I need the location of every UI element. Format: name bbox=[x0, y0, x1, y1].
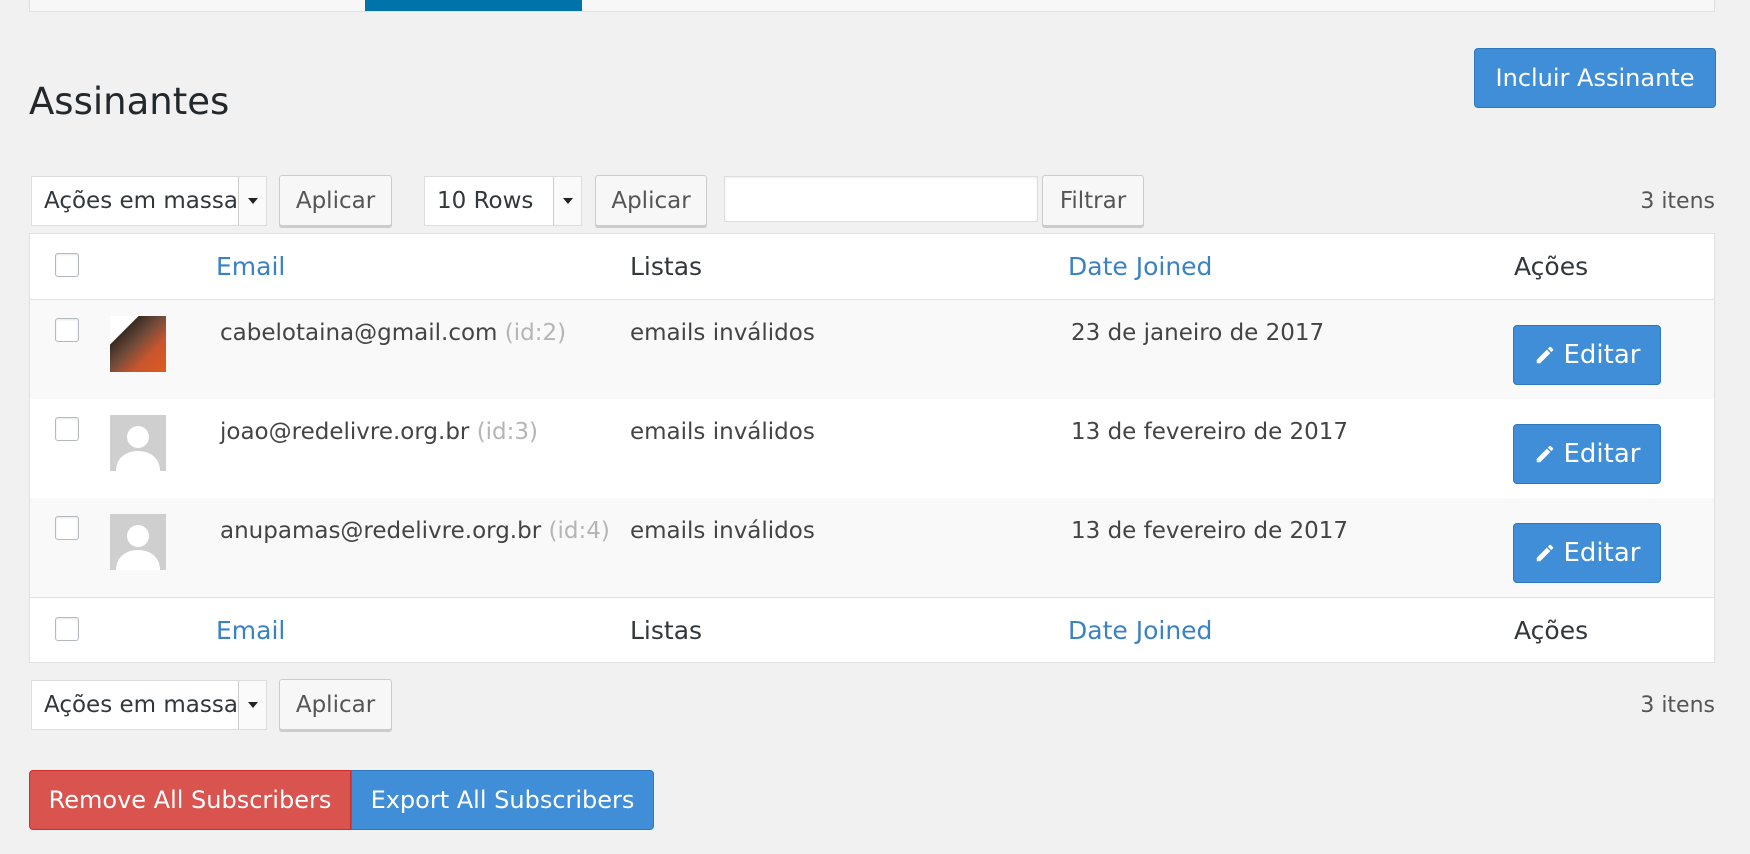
pencil-icon bbox=[1536, 445, 1553, 463]
item-count-bottom: 3 itens bbox=[1640, 693, 1715, 718]
bulk-actions-select[interactable]: Ações em massa bbox=[31, 176, 267, 226]
email-text: cabelotaina@gmail.com bbox=[220, 320, 498, 346]
filter-input[interactable] bbox=[724, 176, 1038, 222]
remove-all-subscribers-button[interactable]: Remove All Subscribers bbox=[29, 770, 351, 830]
subscriber-id: (id:4) bbox=[548, 518, 610, 544]
caret-down-icon bbox=[238, 177, 266, 225]
lists-cell: emails inválidos bbox=[630, 518, 815, 544]
edit-button-label: Editar bbox=[1563, 538, 1641, 568]
export-all-subscribers-button[interactable]: Export All Subscribers bbox=[351, 770, 654, 830]
filter-button[interactable]: Filtrar bbox=[1042, 175, 1144, 226]
avatar bbox=[110, 514, 166, 570]
date-joined-cell: 13 de fevereiro de 2017 bbox=[1071, 419, 1349, 445]
bulk-apply-button-bottom[interactable]: Aplicar bbox=[279, 679, 392, 730]
edit-button[interactable]: Editar bbox=[1513, 424, 1661, 484]
caret-down-icon bbox=[238, 681, 266, 729]
column-footer-lists: Listas bbox=[630, 616, 703, 645]
table-row: joao@redelivre.org.br (id:3) emails invá… bbox=[30, 399, 1714, 498]
column-footer-email[interactable]: Email bbox=[216, 616, 285, 645]
row-checkbox[interactable] bbox=[55, 318, 79, 342]
email-cell: joao@redelivre.org.br (id:3) bbox=[220, 419, 538, 445]
tabs-bar bbox=[29, 0, 1715, 12]
user-silhouette-icon bbox=[110, 514, 166, 570]
column-header-date-joined[interactable]: Date Joined bbox=[1068, 252, 1212, 281]
pencil-icon bbox=[1536, 544, 1553, 562]
bulk-actions-select-label: Ações em massa bbox=[44, 188, 238, 214]
page-title: Assinantes bbox=[29, 80, 230, 123]
edit-button-label: Editar bbox=[1563, 439, 1641, 469]
select-all-checkbox[interactable] bbox=[55, 253, 79, 277]
column-header-actions: Ações bbox=[1514, 252, 1589, 281]
lists-cell: emails inválidos bbox=[630, 419, 815, 445]
date-joined-cell: 13 de fevereiro de 2017 bbox=[1071, 518, 1349, 544]
user-silhouette-icon bbox=[110, 415, 166, 471]
caret-down-icon bbox=[553, 177, 581, 225]
table-header-row: Email Listas Date Joined Ações bbox=[30, 234, 1714, 300]
rows-per-page-select[interactable]: 10 Rows bbox=[424, 176, 582, 226]
bulk-actions-select-label: Ações em massa bbox=[44, 692, 238, 718]
table-row: cabelotaina@gmail.com (id:2) emails invá… bbox=[30, 300, 1714, 399]
row-checkbox[interactable] bbox=[55, 516, 79, 540]
subscribers-table: Email Listas Date Joined Ações cabelotai… bbox=[29, 233, 1715, 663]
row-checkbox[interactable] bbox=[55, 417, 79, 441]
email-cell: cabelotaina@gmail.com (id:2) bbox=[220, 320, 566, 346]
email-text: joao@redelivre.org.br bbox=[220, 419, 470, 445]
select-all-checkbox-footer[interactable] bbox=[55, 617, 79, 641]
subscriber-id: (id:2) bbox=[504, 320, 567, 346]
table-row: anupamas@redelivre.org.br (id:4) emails … bbox=[30, 498, 1714, 597]
item-count-top: 3 itens bbox=[1640, 189, 1715, 214]
email-text: anupamas@redelivre.org.br bbox=[220, 518, 542, 544]
table-footer-row: Email Listas Date Joined Ações bbox=[30, 597, 1714, 663]
column-footer-actions: Ações bbox=[1514, 616, 1589, 645]
add-subscriber-button[interactable]: Incluir Assinante bbox=[1474, 48, 1716, 108]
edit-button-label: Editar bbox=[1563, 340, 1641, 370]
rows-apply-button[interactable]: Aplicar bbox=[595, 175, 707, 226]
avatar bbox=[110, 415, 166, 471]
rows-per-page-label: 10 Rows bbox=[437, 188, 534, 214]
email-cell: anupamas@redelivre.org.br (id:4) bbox=[220, 518, 610, 544]
avatar bbox=[110, 316, 166, 372]
date-joined-cell: 23 de janeiro de 2017 bbox=[1071, 320, 1325, 346]
edit-button[interactable]: Editar bbox=[1513, 325, 1661, 385]
column-footer-date-joined[interactable]: Date Joined bbox=[1068, 616, 1212, 645]
column-header-lists: Listas bbox=[630, 252, 703, 281]
bulk-apply-button[interactable]: Aplicar bbox=[279, 175, 392, 226]
subscriber-id: (id:3) bbox=[476, 419, 539, 445]
column-header-email[interactable]: Email bbox=[216, 252, 285, 281]
edit-button[interactable]: Editar bbox=[1513, 523, 1661, 583]
bulk-actions-select-bottom[interactable]: Ações em massa bbox=[31, 680, 267, 730]
pencil-icon bbox=[1536, 346, 1553, 364]
active-tab-indicator[interactable] bbox=[365, 0, 582, 11]
lists-cell: emails inválidos bbox=[630, 320, 815, 346]
